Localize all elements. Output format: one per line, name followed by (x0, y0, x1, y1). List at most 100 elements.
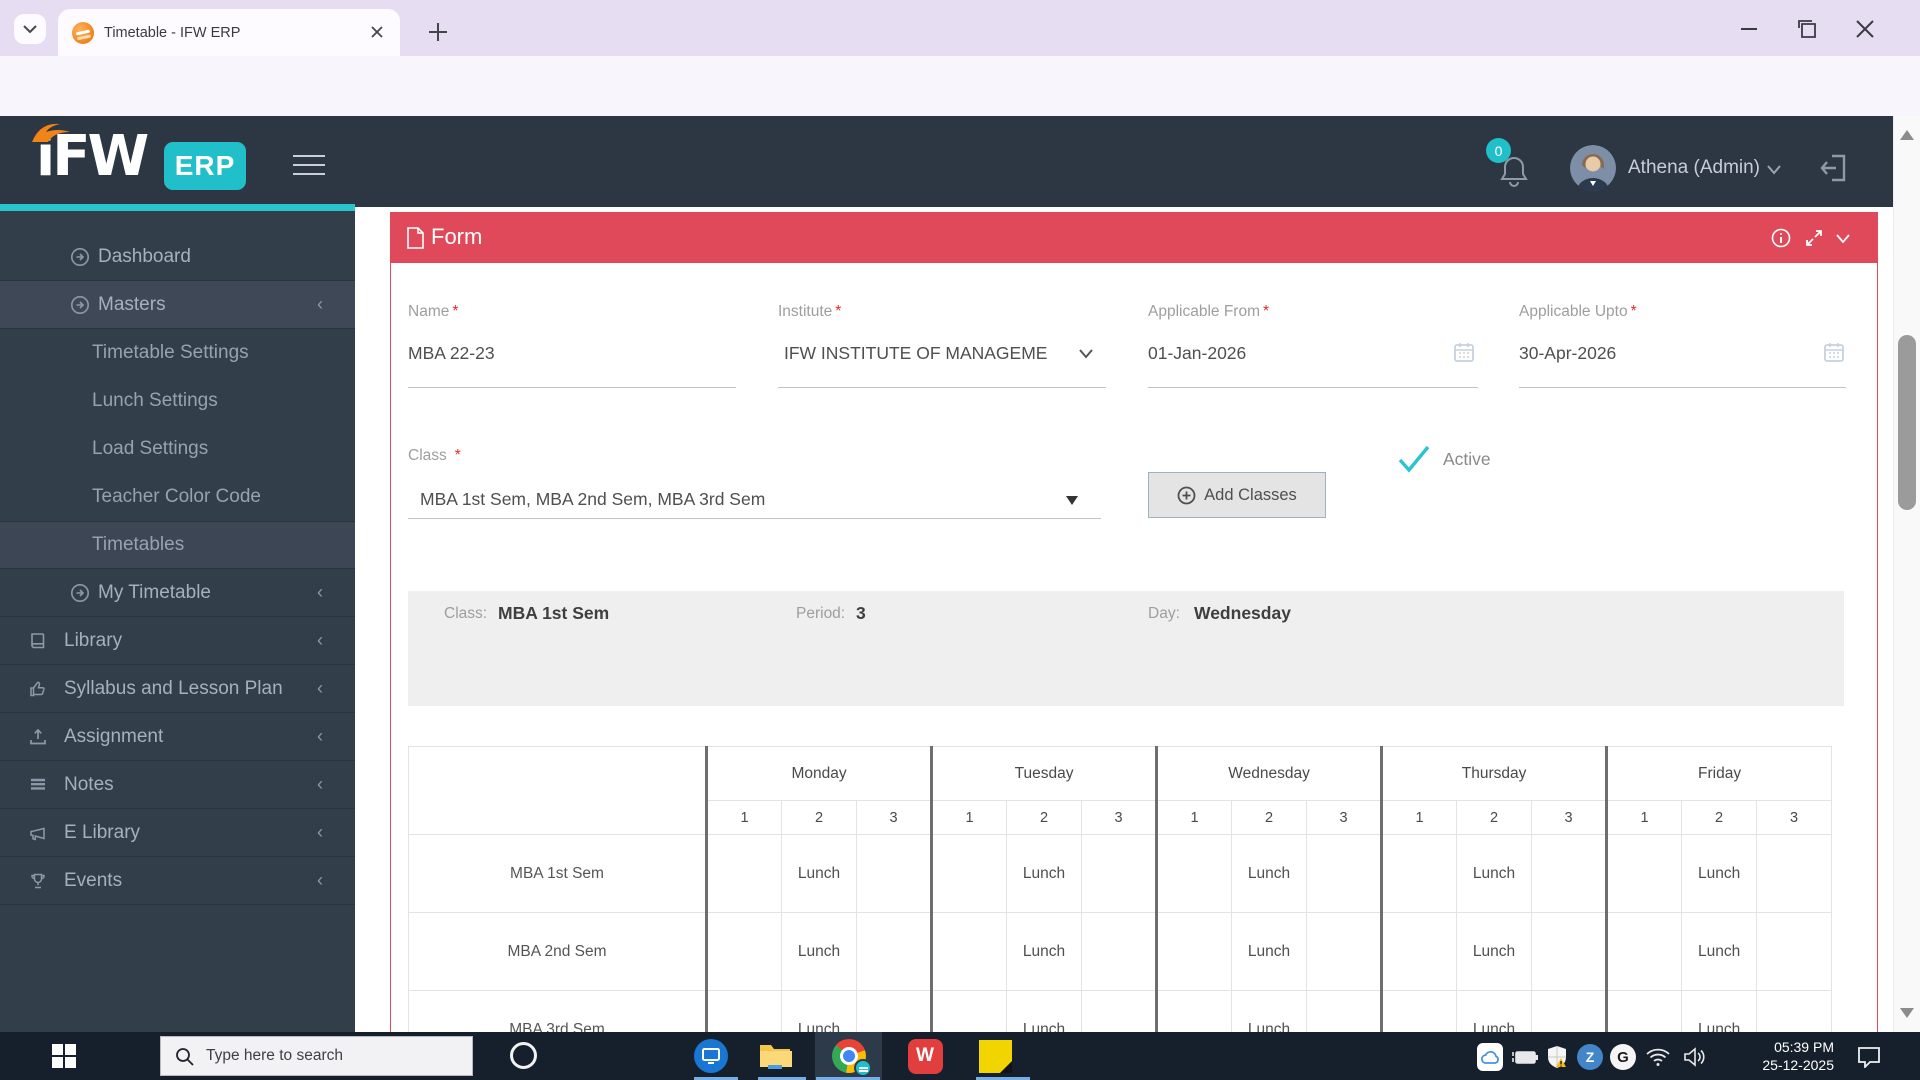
scrollbar-up-arrow[interactable] (1900, 130, 1914, 140)
timetable-cell-empty[interactable] (1082, 835, 1157, 913)
sidebar-item-notes[interactable]: Notes‹ (0, 761, 355, 809)
cloud-icon[interactable] (1477, 1044, 1503, 1070)
sidebar-item-e-library[interactable]: E Library‹ (0, 809, 355, 857)
timetable-cell-lunch[interactable]: Lunch (1682, 991, 1757, 1033)
timetable-cell-empty[interactable] (1382, 835, 1457, 913)
sidebar-item-masters[interactable]: Masters‹ (0, 281, 355, 329)
class-multiselect[interactable]: MBA 1st Sem, MBA 2nd Sem, MBA 3rd Sem (420, 489, 765, 510)
class-dropdown-arrow-icon[interactable] (1066, 496, 1078, 505)
timetable-cell-lunch[interactable]: Lunch (1682, 835, 1757, 913)
timetable-cell-empty[interactable] (932, 835, 1007, 913)
tab-close-icon[interactable] (368, 23, 386, 41)
timetable-cell-lunch[interactable]: Lunch (1007, 835, 1082, 913)
calendar-icon[interactable] (1823, 341, 1845, 363)
timetable-cell-lunch[interactable]: Lunch (1007, 991, 1082, 1033)
sidebar-item-events[interactable]: Events‹ (0, 857, 355, 905)
timetable-cell-empty[interactable] (932, 913, 1007, 991)
hamburger-menu-icon[interactable] (293, 155, 325, 177)
timetable-cell-empty[interactable] (1082, 913, 1157, 991)
timetable-cell-empty[interactable] (1382, 991, 1457, 1033)
sidebar-item-assignment[interactable]: Assignment‹ (0, 713, 355, 761)
sidebar-item-timetable-settings[interactable]: Timetable Settings (0, 329, 355, 377)
timetable-cell-lunch[interactable]: Lunch (1457, 913, 1532, 991)
cortana-button[interactable] (510, 1042, 537, 1069)
timetable-cell-empty[interactable] (1307, 991, 1382, 1033)
timetable-cell-empty[interactable] (1532, 913, 1607, 991)
timetable-cell-empty[interactable] (707, 991, 782, 1033)
sidebar-item-my-timetable[interactable]: My Timetable‹ (0, 569, 355, 617)
add-classes-button[interactable]: Add Classes (1148, 472, 1326, 518)
taskbar-search[interactable]: Type here to search (160, 1036, 473, 1076)
security-shield-icon[interactable] (1544, 1044, 1570, 1070)
tab-search-button[interactable] (14, 14, 46, 44)
page-scrollbar[interactable] (1893, 116, 1920, 1032)
timetable-cell-lunch[interactable]: Lunch (782, 991, 857, 1033)
timetable-cell-empty[interactable] (1532, 991, 1607, 1033)
expand-icon[interactable] (1804, 228, 1824, 248)
timetable-cell-empty[interactable] (1082, 991, 1157, 1033)
volume-icon[interactable] (1682, 1044, 1708, 1070)
timetable-cell-lunch[interactable]: Lunch (782, 913, 857, 991)
timetable-cell-lunch[interactable]: Lunch (1232, 835, 1307, 913)
maximize-window-button[interactable] (1794, 16, 1820, 42)
timetable-cell-empty[interactable] (1157, 913, 1232, 991)
timetable-cell-empty[interactable] (1532, 835, 1607, 913)
timetable-cell-empty[interactable] (1307, 913, 1382, 991)
timetable-cell-empty[interactable] (857, 913, 932, 991)
timetable-cell-lunch[interactable]: Lunch (1457, 835, 1532, 913)
name-input[interactable]: MBA 22-23 (408, 343, 495, 364)
collapse-chevron-icon[interactable] (1833, 228, 1853, 248)
timetable-cell-empty[interactable] (1607, 835, 1682, 913)
grammarly-tray-icon[interactable]: G (1610, 1044, 1636, 1070)
user-name[interactable]: Athena (Admin) (1628, 157, 1760, 179)
institute-select[interactable]: IFW INSTITUTE OF MANAGEME (784, 343, 1047, 364)
timetable-cell-lunch[interactable]: Lunch (782, 835, 857, 913)
sidebar-item-lunch-settings[interactable]: Lunch Settings (0, 377, 355, 425)
file-explorer-icon[interactable] (757, 1038, 793, 1074)
info-icon[interactable] (1771, 228, 1791, 248)
user-chevron-down-icon[interactable] (1766, 164, 1782, 176)
browser-tab[interactable]: Timetable - IFW ERP (58, 9, 400, 56)
sidebar-item-load-settings[interactable]: Load Settings (0, 425, 355, 473)
timetable-cell-empty[interactable] (857, 835, 932, 913)
timetable-cell-empty[interactable] (1607, 913, 1682, 991)
battery-icon[interactable] (1512, 1044, 1538, 1070)
wps-office-icon[interactable]: W (907, 1038, 943, 1074)
start-button[interactable] (52, 1044, 76, 1068)
calendar-icon[interactable] (1453, 341, 1475, 363)
timetable-cell-empty[interactable] (1157, 991, 1232, 1033)
scrollbar-thumb[interactable] (1898, 335, 1916, 510)
timetable-cell-lunch[interactable]: Lunch (1232, 991, 1307, 1033)
action-center-icon[interactable] (1856, 1044, 1882, 1070)
active-checkmark-icon[interactable] (1397, 444, 1431, 474)
timetable-cell-lunch[interactable]: Lunch (1457, 991, 1532, 1033)
timetable-cell-empty[interactable] (1757, 991, 1832, 1033)
sticky-notes-icon[interactable] (977, 1038, 1013, 1074)
timetable-cell-empty[interactable] (1382, 913, 1457, 991)
sidebar-item-library[interactable]: Library‹ (0, 617, 355, 665)
zulip-icon[interactable]: Z (1577, 1044, 1603, 1070)
timetable-cell-empty[interactable] (1157, 835, 1232, 913)
timetable-cell-lunch[interactable]: Lunch (1007, 913, 1082, 991)
applicable-upto-input[interactable]: 30-Apr-2026 (1519, 343, 1616, 364)
scrollbar-down-arrow[interactable] (1900, 1008, 1914, 1018)
chrome-taskbar-tile[interactable] (815, 1032, 882, 1080)
institute-chevron-icon[interactable] (1079, 349, 1093, 359)
logout-icon[interactable] (1820, 152, 1850, 184)
close-window-button[interactable] (1852, 16, 1878, 42)
wifi-icon[interactable] (1645, 1044, 1671, 1070)
timetable-cell-empty[interactable] (1757, 913, 1832, 991)
new-tab-button[interactable] (424, 18, 452, 46)
sidebar-item-dashboard[interactable]: Dashboard (0, 233, 355, 281)
timetable-cell-empty[interactable] (1607, 991, 1682, 1033)
app-logo[interactable]: iFW ERP (36, 124, 146, 189)
timetable-cell-empty[interactable] (707, 835, 782, 913)
sidebar-item-teacher-color-code[interactable]: Teacher Color Code (0, 473, 355, 521)
taskbar-clock[interactable]: 05:39 PM 25-12-2025 (1716, 1038, 1834, 1074)
timetable-cell-empty[interactable] (932, 991, 1007, 1033)
user-avatar[interactable] (1570, 145, 1616, 191)
minimize-window-button[interactable] (1736, 16, 1762, 42)
timetable-cell-lunch[interactable]: Lunch (1232, 913, 1307, 991)
remote-desktop-icon[interactable] (693, 1038, 729, 1074)
timetable-cell-empty[interactable] (1757, 835, 1832, 913)
